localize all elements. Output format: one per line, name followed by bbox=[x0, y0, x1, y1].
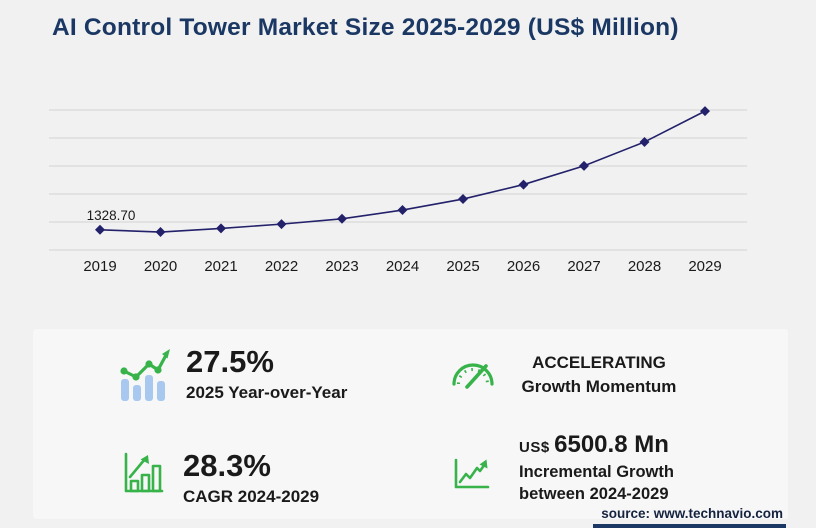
source-attribution: source: www.technavio.com bbox=[601, 506, 783, 521]
data-point-marker bbox=[397, 205, 408, 216]
data-point-marker bbox=[216, 223, 226, 234]
page-title: AI Control Tower Market Size 2025-2029 (… bbox=[52, 14, 679, 41]
data-point-label: 1328.70 bbox=[87, 208, 136, 223]
stat-cagr-value: 28.3% bbox=[183, 448, 271, 483]
stat-yoy-value: 27.5% bbox=[186, 344, 274, 379]
year-tick-label: 2025 bbox=[446, 258, 479, 275]
stat-cagr: 28.3% CAGR 2024-2029 bbox=[123, 449, 319, 507]
stat-yoy-label: 2025 Year-over-Year bbox=[186, 383, 348, 402]
stat-incremental-currency: US$ bbox=[519, 439, 550, 456]
stat-incremental-label-line1: Incremental Growth bbox=[519, 463, 674, 481]
bar-growth-icon bbox=[123, 452, 165, 499]
data-point-marker bbox=[458, 194, 468, 205]
line-growth-icon bbox=[453, 454, 491, 495]
data-point-marker bbox=[276, 219, 287, 230]
year-tick-label: 2023 bbox=[325, 258, 358, 275]
year-tick-label: 2019 bbox=[83, 258, 116, 275]
stat-momentum-line2: Growth Momentum bbox=[521, 377, 677, 396]
year-tick-label: 2024 bbox=[386, 258, 419, 275]
data-point-markers bbox=[95, 106, 710, 238]
year-tick-label: 2029 bbox=[688, 258, 721, 275]
year-tick-label: 2020 bbox=[144, 258, 177, 275]
year-tick-label: 2022 bbox=[265, 258, 298, 275]
data-point-marker bbox=[700, 106, 710, 117]
stat-cagr-label: CAGR 2024-2029 bbox=[183, 487, 320, 506]
stat-yoy: 27.5% 2025 Year-over-Year bbox=[118, 345, 347, 408]
year-tick-label: 2021 bbox=[204, 258, 237, 275]
footer-brand-bar bbox=[593, 524, 786, 528]
year-tick-label: 2026 bbox=[507, 258, 540, 275]
data-point-marker bbox=[579, 160, 589, 171]
year-tick-label: 2027 bbox=[567, 258, 600, 275]
market-line-chart: 1328.702019 2020 2021 2022 2023 2024 2025 2026 2… bbox=[49, 106, 747, 275]
x-axis-labels: 2019 2020 2021 2022 2023 2024 2025 2026 2027 2028… bbox=[83, 258, 721, 275]
stat-incremental-label-line2: between 2024-2029 bbox=[519, 485, 669, 503]
bar-trend-icon bbox=[118, 347, 170, 408]
stat-incremental-growth: US$ 6500.8 Mn Incremental Growth between… bbox=[453, 431, 674, 505]
data-point-marker bbox=[155, 227, 166, 238]
data-point-marker bbox=[95, 224, 105, 235]
speedometer-icon bbox=[450, 353, 496, 396]
year-tick-label: 2028 bbox=[628, 258, 661, 275]
data-point-marker bbox=[518, 179, 529, 190]
stat-momentum: ACCELERATING Growth Momentum bbox=[450, 353, 692, 399]
stat-momentum-line1: ACCELERATING bbox=[532, 353, 666, 372]
chart-gridlines bbox=[49, 109, 747, 251]
stat-incremental-value: 6500.8 Mn bbox=[554, 431, 669, 458]
